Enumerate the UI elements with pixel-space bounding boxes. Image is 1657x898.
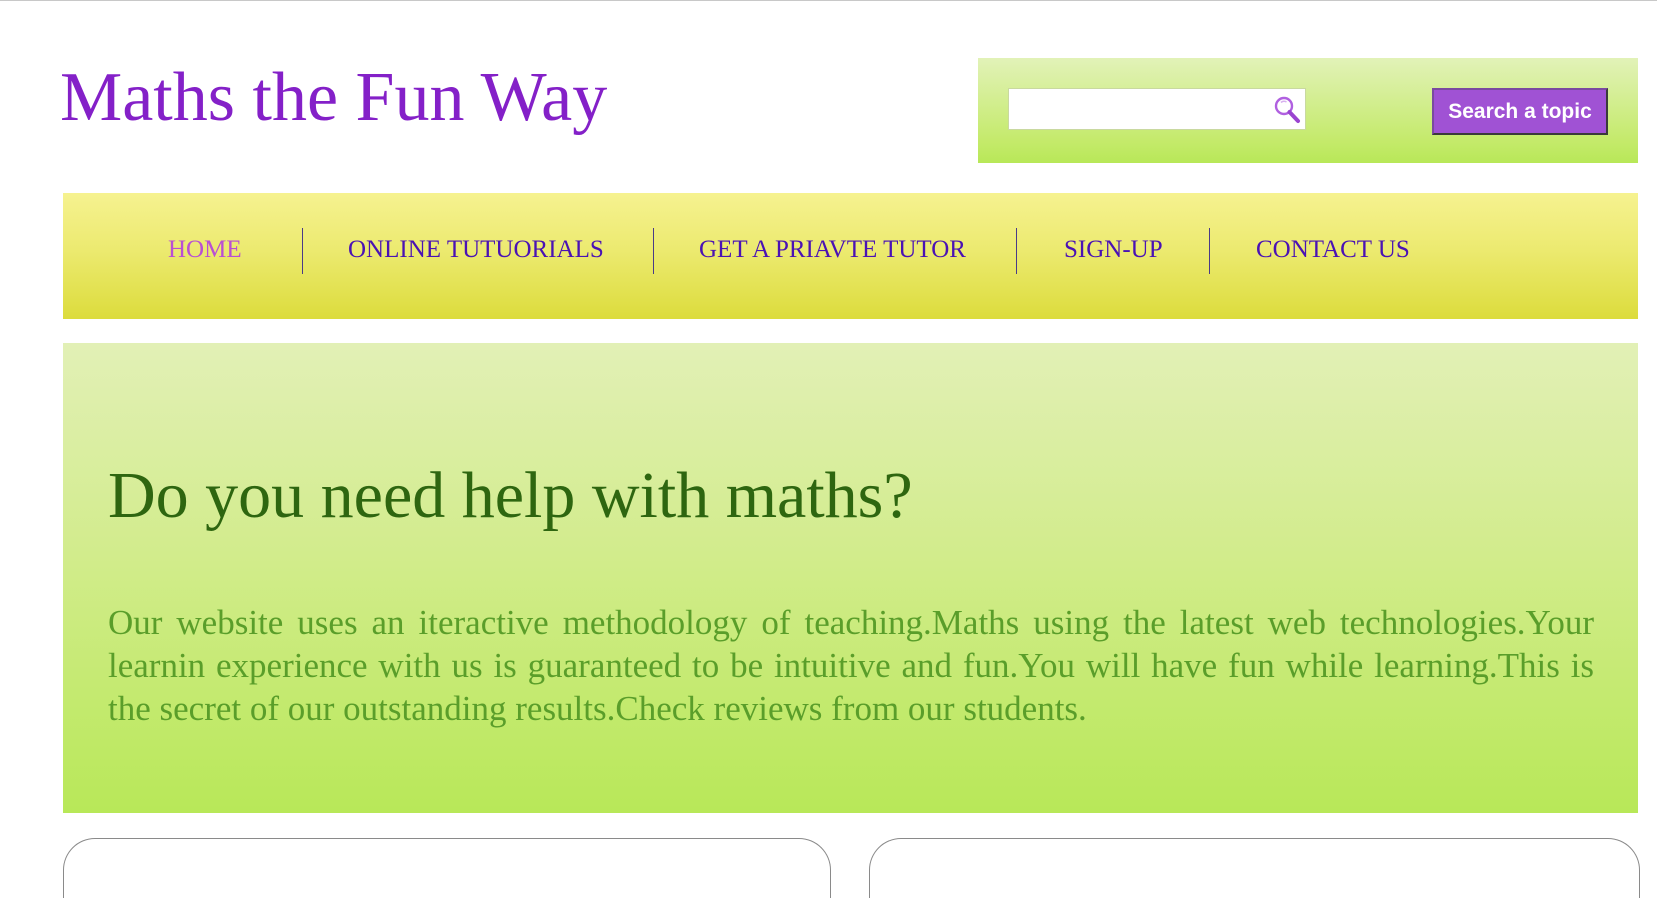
nav-item-home[interactable]: HOME [168,235,242,265]
nav-divider [1016,228,1017,274]
hero-section: Do you need help with maths? Our website… [63,343,1638,813]
site-title: Maths the Fun Way [60,59,608,136]
nav-item-private-tutor[interactable]: GET A PRIAVTE TUTOR [699,235,966,265]
hero-description: Our website uses an iteractive methodolo… [108,603,1594,728]
nav-divider [302,228,303,274]
search-icon[interactable] [1271,94,1303,126]
nav-item-contact-us[interactable]: CONTACT US [1256,235,1410,265]
hero-heading: Do you need help with maths? [108,459,913,532]
search-box[interactable] [1008,88,1306,130]
search-button[interactable]: Search a topic [1432,88,1608,135]
search-input[interactable] [1011,91,1261,127]
search-panel: Search a topic [978,58,1638,163]
nav-item-sign-up[interactable]: SIGN-UP [1064,235,1163,265]
content-card-left [63,838,831,898]
top-border [0,0,1657,1]
content-card-right [869,838,1640,898]
nav-item-online-tutorials[interactable]: ONLINE TUTUORIALS [348,235,604,265]
nav-divider [1209,228,1210,274]
main-nav: HOME ONLINE TUTUORIALS GET A PRIAVTE TUT… [63,193,1638,319]
nav-divider [653,228,654,274]
